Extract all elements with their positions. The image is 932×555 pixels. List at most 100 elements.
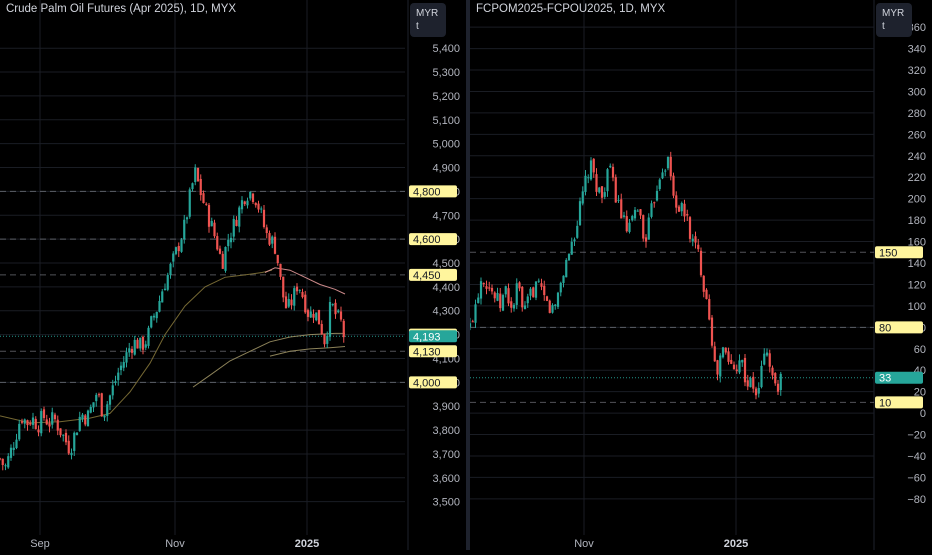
candle-body	[249, 191, 252, 199]
candle-body	[180, 239, 183, 252]
candle-body	[40, 411, 43, 434]
candle-body	[735, 369, 738, 372]
candle-body	[312, 313, 315, 318]
candle-body	[532, 287, 535, 298]
candle-body	[130, 348, 134, 353]
candle-body	[106, 404, 109, 416]
candle-body	[315, 312, 318, 321]
candle-body	[774, 373, 777, 384]
candle-body	[554, 304, 557, 306]
candle-body	[587, 177, 590, 179]
candle-body	[477, 297, 480, 304]
candle-body	[636, 210, 639, 212]
y-tick-label: 5,100	[432, 115, 460, 127]
candle-body	[158, 301, 161, 312]
candle-body	[757, 387, 760, 394]
candle-body	[235, 219, 238, 226]
candle-body	[328, 301, 332, 337]
y-tick-label: 100	[908, 301, 926, 313]
candle-body	[309, 311, 312, 318]
candle-body	[479, 281, 483, 299]
candle-body	[647, 217, 650, 240]
y-tick-label: 3,900	[432, 401, 460, 413]
right-currency-unit-button[interactable]: MYR t	[876, 3, 912, 37]
candle-body	[581, 191, 584, 204]
candle-body	[565, 259, 568, 278]
candle-body	[705, 289, 708, 300]
candle-body	[746, 380, 749, 387]
candle-body	[743, 357, 747, 383]
candle-body	[526, 296, 529, 304]
candle-body	[141, 336, 145, 350]
candle-body	[183, 219, 186, 240]
candle-body	[515, 283, 518, 305]
candle-body	[29, 423, 32, 425]
candle-body	[699, 250, 703, 276]
candle-body	[730, 359, 733, 364]
candle-body	[749, 378, 752, 388]
candle-body	[268, 233, 271, 245]
candle-body	[125, 352, 128, 363]
candle-body	[598, 187, 601, 193]
y-tick-label: 3,800	[432, 425, 460, 437]
candle-body	[117, 372, 120, 381]
candle-body	[260, 208, 263, 210]
y-tick-label: 320	[908, 65, 926, 77]
candle-body	[20, 421, 24, 423]
candle-body	[765, 352, 769, 356]
y-tick-label: 0	[920, 408, 926, 420]
candle-body	[81, 414, 84, 420]
pane-divider[interactable]	[466, 0, 470, 550]
y-tick-label: 3,600	[432, 473, 460, 485]
candle-body	[199, 178, 202, 196]
candle-body	[320, 323, 323, 335]
candle-body	[617, 199, 620, 201]
y-tick-label: 3,500	[432, 497, 460, 509]
candle-body	[523, 305, 527, 310]
candle-body	[84, 415, 87, 425]
candle-body	[53, 414, 57, 420]
candle-body	[600, 186, 604, 198]
candle-body	[559, 282, 562, 293]
candle-body	[1, 458, 4, 465]
candle-body	[163, 288, 167, 291]
candle-body	[493, 292, 496, 299]
left-currency-unit-button[interactable]: MYR t	[410, 3, 446, 37]
price-axis-right	[874, 0, 932, 550]
candle-body	[776, 383, 780, 392]
y-tick-label: −60	[907, 472, 926, 484]
candle-body	[611, 166, 615, 178]
right-unit-label: t	[882, 21, 885, 32]
candle-body	[276, 254, 279, 264]
candle-body	[89, 406, 92, 413]
candle-body	[136, 339, 139, 349]
candle-body	[488, 287, 491, 289]
candle-body	[243, 201, 246, 205]
candle-body	[172, 253, 175, 262]
candle-body	[548, 300, 551, 313]
moving-average-line	[264, 267, 346, 295]
candle-body	[246, 200, 249, 206]
candle-body	[240, 200, 244, 210]
candle-body	[119, 365, 123, 371]
chart-workspace: Sep Nov 2025 5,400 5,300 5,200 5,100 5,000 4,900…	[0, 0, 932, 550]
candle-body	[295, 286, 299, 292]
y-tick-label: −20	[907, 430, 926, 442]
candle-body	[512, 304, 516, 309]
y-tick-label: 220	[908, 172, 926, 184]
candle-body	[779, 373, 782, 391]
candle-body	[677, 206, 681, 212]
left-currency-label: MYR	[416, 8, 439, 19]
candle-body	[56, 419, 59, 431]
candle-body	[337, 310, 340, 313]
candle-body	[273, 236, 277, 254]
x-tick-label: Sep	[30, 538, 50, 550]
candle-body	[680, 203, 683, 212]
candle-body	[12, 447, 15, 450]
candle-body	[139, 337, 142, 349]
candle-body	[18, 423, 21, 440]
candle-body	[147, 327, 150, 346]
candle-body	[603, 192, 606, 197]
candle-body	[257, 203, 260, 210]
candle-body	[229, 237, 233, 243]
